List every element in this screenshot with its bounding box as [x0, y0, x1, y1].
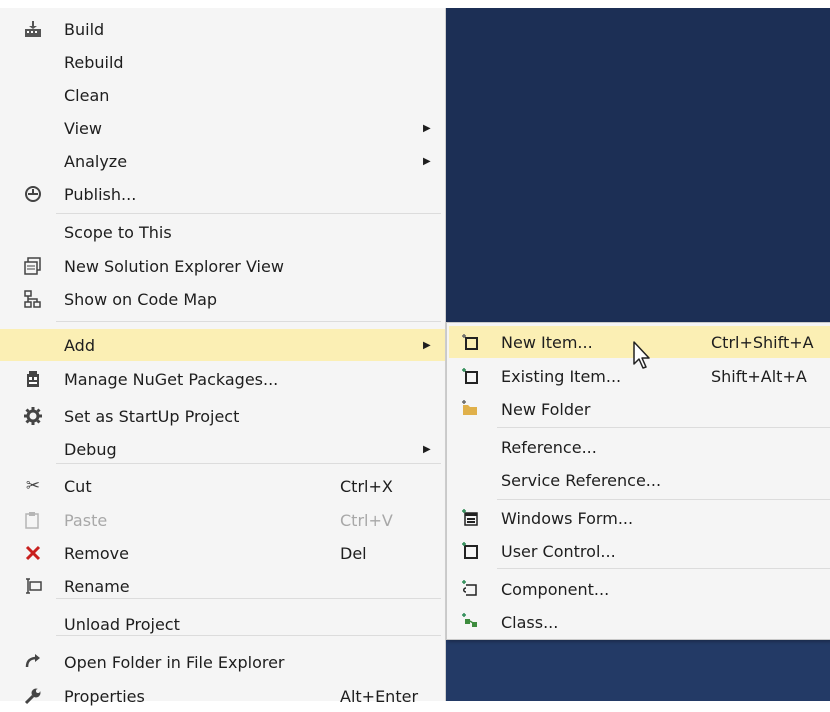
- menu-item-label: Debug: [64, 439, 117, 459]
- menu-item-manage-nuget-packages[interactable]: Manage NuGet Packages...: [8, 363, 439, 395]
- menu-item-label: New Solution Explorer View: [64, 256, 284, 276]
- menu-item-label: Show on Code Map: [64, 289, 218, 309]
- menu-item-label: Remove: [64, 543, 129, 563]
- submenu-item-service-reference[interactable]: Service Reference...: [449, 464, 830, 496]
- menu-item-label: Cut: [64, 476, 92, 496]
- windows-form-icon: [459, 507, 481, 529]
- submenu-item-windows-form[interactable]: Windows Form...: [449, 502, 830, 534]
- new-item-icon: [459, 331, 481, 353]
- submenu-item-label: Existing Item...: [501, 366, 622, 386]
- publish-icon: [22, 183, 44, 205]
- menu-separator: [497, 427, 830, 428]
- menu-item-view[interactable]: View ▶: [8, 112, 439, 144]
- menu-item-show-on-code-map[interactable]: Show on Code Map: [8, 283, 439, 315]
- menu-item-open-folder-in-file-explorer[interactable]: Open Folder in File Explorer: [8, 646, 439, 678]
- submenu-arrow-icon: ▶: [423, 339, 431, 351]
- menu-item-cut[interactable]: ✂ Cut Ctrl+X: [8, 470, 439, 502]
- rename-icon: [22, 575, 44, 597]
- submenu-item-label: New Item...: [501, 332, 593, 352]
- submenu-arrow-icon: ▶: [423, 443, 431, 455]
- submenu-item-shortcut: Ctrl+Shift+A: [711, 332, 814, 352]
- menu-item-label: Analyze: [64, 151, 128, 171]
- menu-item-label: Add: [64, 335, 95, 355]
- menu-item-label: Rebuild: [64, 52, 124, 72]
- menu-item-analyze[interactable]: Analyze ▶: [8, 145, 439, 177]
- class-icon: [459, 611, 481, 633]
- submenu-item-label: New Folder: [501, 399, 591, 419]
- open-folder-icon: [22, 651, 44, 673]
- menu-item-scope-to-this[interactable]: Scope to This: [8, 216, 439, 248]
- existing-item-icon: [459, 365, 481, 387]
- menu-item-rebuild[interactable]: Rebuild: [8, 46, 439, 78]
- menu-item-properties[interactable]: Properties Alt+Enter: [8, 680, 439, 712]
- menu-item-shortcut: Alt+Enter: [340, 686, 419, 706]
- submenu-item-label: Class...: [501, 612, 559, 632]
- menu-separator: [497, 499, 830, 500]
- menu-separator: [497, 568, 830, 569]
- submenu-item-component[interactable]: Component...: [449, 573, 830, 605]
- menu-item-paste: Paste Ctrl+V: [8, 504, 439, 536]
- submenu-item-user-control[interactable]: User Control...: [449, 535, 830, 567]
- editor-lower-band: [446, 640, 830, 701]
- menu-item-label: Properties: [64, 686, 145, 706]
- submenu-item-label: Windows Form...: [501, 508, 634, 528]
- cut-icon: ✂: [25, 476, 41, 496]
- user-control-icon: [459, 540, 481, 562]
- menu-item-build[interactable]: Build: [8, 13, 439, 45]
- menu-item-publish[interactable]: Publish...: [8, 178, 439, 210]
- new-folder-icon: [459, 398, 481, 420]
- wrench-icon: [22, 685, 44, 707]
- menu-item-clean[interactable]: Clean: [8, 79, 439, 111]
- build-icon: [22, 18, 44, 40]
- menu-item-set-as-startup-project[interactable]: Set as StartUp Project: [8, 400, 439, 432]
- new-solution-explorer-view-icon: [22, 255, 44, 277]
- menu-item-label: Publish...: [64, 184, 137, 204]
- menu-item-label: Clean: [64, 85, 110, 105]
- submenu-item-reference[interactable]: Reference...: [449, 431, 830, 463]
- menu-item-label: Open Folder in File Explorer: [64, 652, 285, 672]
- submenu-item-shortcut: Shift+Alt+A: [711, 366, 807, 386]
- menu-item-debug[interactable]: Debug ▶: [8, 433, 439, 465]
- menu-item-new-solution-explorer-view[interactable]: New Solution Explorer View: [8, 250, 439, 282]
- component-icon: [459, 578, 481, 600]
- mouse-cursor-icon: [632, 340, 654, 370]
- submenu-item-label: Component...: [501, 579, 610, 599]
- submenu-item-label: Reference...: [501, 437, 597, 457]
- menu-item-label: View: [64, 118, 102, 138]
- menu-item-rename[interactable]: Rename: [8, 570, 439, 602]
- menu-item-remove[interactable]: Remove Del: [8, 537, 439, 569]
- menu-item-shortcut: Ctrl+X: [340, 476, 393, 496]
- code-map-icon: [22, 288, 44, 310]
- remove-icon: [22, 542, 44, 564]
- menu-separator: [56, 321, 441, 322]
- submenu-item-new-folder[interactable]: New Folder: [449, 393, 830, 425]
- menu-item-add[interactable]: Add ▶: [0, 329, 445, 361]
- submenu-item-label: Service Reference...: [501, 470, 662, 490]
- paste-icon: [22, 509, 44, 531]
- menu-item-label: Scope to This: [64, 222, 172, 242]
- menu-item-label: Paste: [64, 510, 108, 530]
- nuget-icon: [22, 368, 44, 390]
- menu-item-shortcut: Del: [340, 543, 367, 563]
- menu-item-label: Set as StartUp Project: [64, 406, 240, 426]
- context-menu: Build Rebuild Clean View ▶ Analyze ▶ Pub…: [0, 8, 446, 706]
- menu-item-shortcut: Ctrl+V: [340, 510, 393, 530]
- menu-item-label: Build: [64, 19, 105, 39]
- gear-icon: [22, 405, 44, 427]
- submenu-arrow-icon: ▶: [423, 122, 431, 134]
- menu-item-unload-project[interactable]: Unload Project: [8, 608, 439, 640]
- menu-separator: [56, 213, 441, 214]
- menu-item-label: Rename: [64, 576, 130, 596]
- submenu-item-label: User Control...: [501, 541, 616, 561]
- editor-top-strip: [446, 0, 830, 8]
- submenu-item-class[interactable]: Class...: [449, 606, 830, 638]
- submenu-arrow-icon: ▶: [423, 155, 431, 167]
- menu-item-label: Unload Project: [64, 614, 180, 634]
- menu-item-label: Manage NuGet Packages...: [64, 369, 279, 389]
